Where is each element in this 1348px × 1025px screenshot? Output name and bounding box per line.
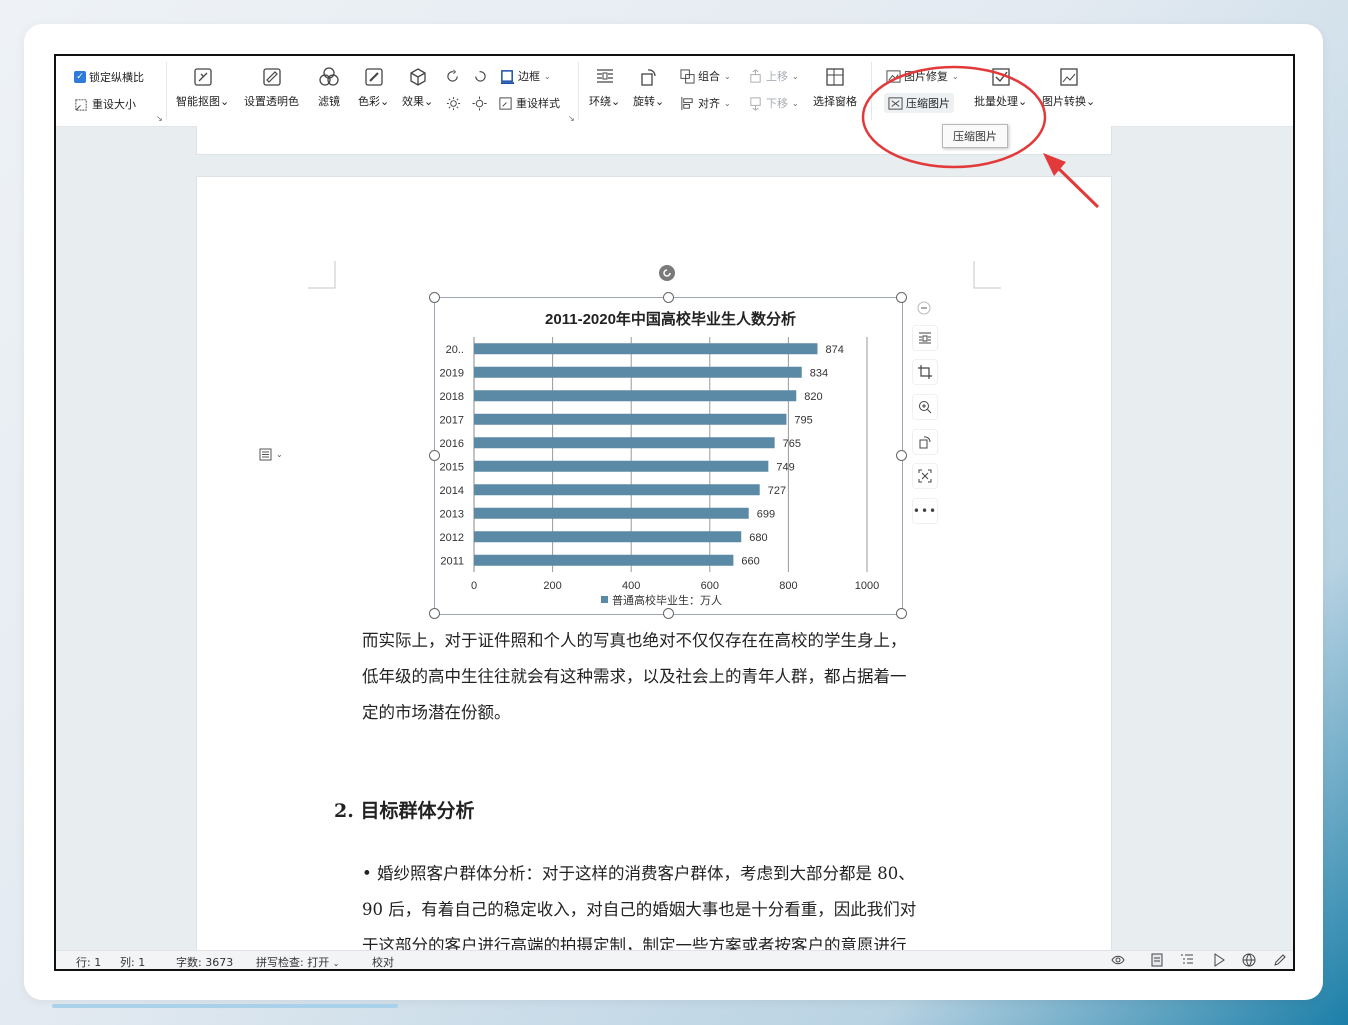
play-icon[interactable] <box>1212 953 1226 967</box>
y-tick-label: 2015 <box>440 461 464 473</box>
data-label: 820 <box>804 391 822 403</box>
crop-tool[interactable] <box>912 359 938 385</box>
y-tick-label: 2016 <box>440 438 464 450</box>
data-label: 795 <box>794 414 812 426</box>
rotate-icon <box>919 436 931 449</box>
proofread-button[interactable]: 校对 <box>372 954 394 969</box>
paragraph-market: 而实际上，对于证件照和个人的写真也绝对不仅仅存在在高校的学生身上， 低年级的高中… <box>362 623 982 731</box>
data-label: 749 <box>776 461 794 473</box>
bar <box>474 343 818 355</box>
paragraph-wedding: • 婚纱照客户群体分析：对于这样的消费客户群体，考虑到大部分都是 80、 90 … <box>362 856 982 964</box>
status-bar: 行: 1 列: 1 字数: 3673 拼写检查: 打开 ⌄ 校对 <box>56 950 1293 969</box>
bar <box>474 366 802 378</box>
bar <box>474 390 797 402</box>
fit-tool[interactable] <box>912 463 938 489</box>
x-tick-label: 0 <box>471 580 477 592</box>
data-label: 680 <box>749 532 767 544</box>
zoom-tool[interactable] <box>912 394 938 420</box>
collapse-toolbar-button[interactable] <box>912 296 936 320</box>
spell-check-label: 拼写检查: 打开 <box>256 956 330 969</box>
bar <box>474 531 742 543</box>
y-tick-label: 2013 <box>440 508 464 520</box>
bar <box>474 437 775 449</box>
data-label: 660 <box>741 555 759 567</box>
spell-check-toggle[interactable]: 拼写检查: 打开 ⌄ <box>256 954 340 969</box>
text-line: 而实际上，对于证件照和个人的写真也绝对不仅仅存在在高校的学生身上， <box>362 631 907 650</box>
globe-icon[interactable] <box>1242 953 1256 967</box>
data-label: 834 <box>810 367 828 379</box>
y-tick-label: 20.. <box>446 344 464 356</box>
bar <box>474 413 787 425</box>
legend-swatch <box>601 596 608 603</box>
section-heading: 2. 目标群体分析 <box>334 800 475 822</box>
text-wrap-icon <box>919 332 931 344</box>
x-tick-label: 400 <box>622 580 640 592</box>
bar <box>474 554 734 566</box>
outline-view-icon[interactable] <box>1180 953 1194 967</box>
page-view-icon[interactable] <box>1150 953 1164 967</box>
y-tick-label: 2012 <box>440 532 464 544</box>
zoom-in-icon <box>919 401 932 414</box>
text-line: • 婚纱照客户群体分析：对于这样的消费客户群体，考虑到大部分都是 80、 <box>362 864 915 883</box>
y-tick-label: 2011 <box>440 555 464 567</box>
chart-graphic: 2011-2020年中国高校毕业生人数分析 0 200 400 600 800 1000 20… <box>440 310 880 607</box>
bar <box>474 460 769 472</box>
chevron-down-icon: ⌄ <box>332 959 340 968</box>
data-label: 727 <box>768 485 786 497</box>
text-line: 低年级的高中生往往就会有这种需求，以及社会上的青年人群，都占据着一 <box>362 667 907 686</box>
x-tick-label: 200 <box>543 580 561 592</box>
column-indicator: 列: 1 <box>120 956 146 969</box>
rotate-tool[interactable] <box>912 429 938 455</box>
eye-icon[interactable] <box>1111 953 1125 967</box>
scroll-accent <box>52 1004 398 1008</box>
data-label: 874 <box>825 344 843 356</box>
row-indicator: 行: 1 <box>76 956 102 969</box>
x-tick-label: 800 <box>779 580 797 592</box>
more-tools-button[interactable]: ••• <box>912 498 938 524</box>
document-window: ✓ 锁定纵横比 重设大小 ↘ 智能抠图⌄ 设置透明色 滤镜 色彩⌄ 效果⌄ 边框… <box>54 54 1295 971</box>
legend-label: 普通高校毕业生：万人 <box>612 593 722 607</box>
pen-icon[interactable] <box>1273 953 1287 967</box>
word-count[interactable]: 字数: 3673 <box>176 954 233 969</box>
text-line: 定的市场潜在份额。 <box>362 703 511 722</box>
x-tick-label: 600 <box>701 580 719 592</box>
data-label: 765 <box>783 438 801 450</box>
expand-icon <box>918 469 932 483</box>
x-tick-label: 1000 <box>855 580 879 592</box>
y-tick-label: 2018 <box>440 391 464 403</box>
bar <box>474 484 760 496</box>
y-tick-label: 2017 <box>440 414 464 426</box>
crop-icon <box>918 365 932 379</box>
minus-circle-icon <box>917 301 931 315</box>
more-dots-icon: ••• <box>912 504 938 518</box>
data-label: 699 <box>757 508 775 520</box>
bar <box>474 507 749 519</box>
compress-image-tooltip: 压缩图片 <box>942 124 1008 148</box>
chart-title: 2011-2020年中国高校毕业生人数分析 <box>545 310 796 328</box>
y-tick-label: 2019 <box>440 367 464 379</box>
text-line: 90 后，有着自己的稳定收入，对自己的婚姻大事也是十分看重，因此我们对 <box>362 900 917 919</box>
layout-wrap-tool[interactable] <box>912 325 938 351</box>
y-tick-label: 2014 <box>440 485 464 497</box>
